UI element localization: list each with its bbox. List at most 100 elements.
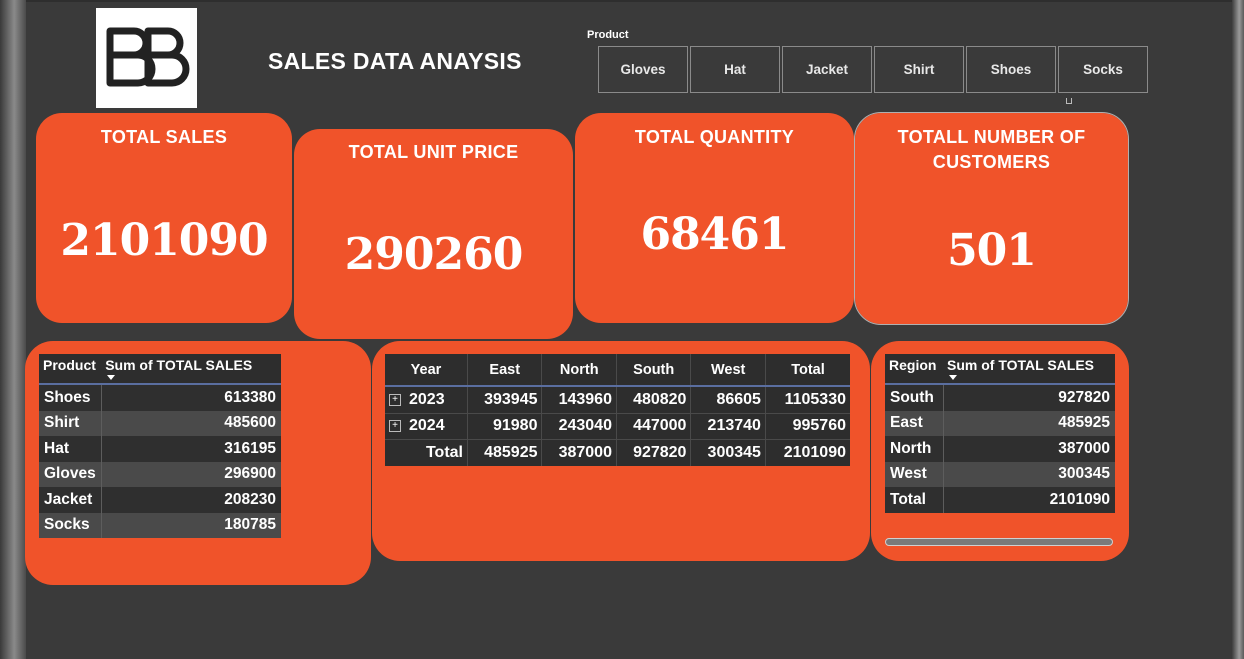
column-header[interactable]: Product bbox=[39, 354, 102, 384]
row-label: Hat bbox=[39, 436, 102, 462]
kpi-total-unit-price: TOTAL UNIT PRICE 290260 bbox=[294, 129, 573, 339]
table-row[interactable]: South 927820 bbox=[885, 384, 1115, 411]
page-title: SALES DATA ANAYSIS bbox=[268, 48, 522, 74]
cell-value: 447000 bbox=[616, 412, 692, 440]
column-header[interactable]: West bbox=[690, 354, 766, 387]
kpi-title: TOTAL SALES bbox=[100, 127, 228, 147]
table-row[interactable]: Shoes 613380 bbox=[39, 384, 281, 411]
row-value: 316195 bbox=[101, 436, 281, 462]
top-border bbox=[0, 0, 1244, 2]
row-value: 485925 bbox=[943, 410, 1115, 436]
table-row[interactable]: North 387000 bbox=[885, 436, 1115, 462]
row-value: 613380 bbox=[101, 384, 281, 411]
cell-value: 995760 bbox=[765, 412, 850, 440]
row-label: North bbox=[885, 436, 944, 462]
resize-handle-icon[interactable] bbox=[1066, 98, 1072, 104]
row-label: Total bbox=[885, 487, 944, 513]
table-row[interactable]: Shirt 485600 bbox=[39, 410, 281, 436]
row-label: West bbox=[885, 461, 944, 487]
row-value: 485600 bbox=[101, 410, 281, 436]
row-label: Socks bbox=[39, 512, 102, 538]
right-scroll-edge bbox=[1232, 0, 1244, 659]
table-row[interactable]: Gloves 296900 bbox=[39, 461, 281, 487]
slicer-item-jacket[interactable]: Jacket bbox=[782, 46, 872, 93]
slicer-item-gloves[interactable]: Gloves bbox=[598, 46, 688, 93]
table-total-row: Total 2101090 bbox=[885, 487, 1115, 513]
column-header[interactable]: East bbox=[467, 354, 543, 387]
slicer-item-shoes[interactable]: Shoes bbox=[966, 46, 1056, 93]
column-header-sorted[interactable]: Sum of TOTAL SALES bbox=[943, 354, 1115, 384]
row-label: Gloves bbox=[39, 461, 102, 487]
row-value: 180785 bbox=[101, 512, 281, 538]
column-header[interactable]: North bbox=[541, 354, 617, 387]
slicer-label: Product bbox=[587, 29, 629, 41]
row-label: South bbox=[885, 384, 944, 411]
matrix-row[interactable]: +2024 91980 243040 447000 213740 995760 bbox=[385, 412, 850, 440]
brand-logo bbox=[96, 8, 197, 108]
row-value: 208230 bbox=[101, 487, 281, 513]
slicer-item-hat[interactable]: Hat bbox=[690, 46, 780, 93]
column-header[interactable]: Total bbox=[765, 354, 850, 387]
row-header[interactable]: +2023 bbox=[385, 386, 468, 413]
cell-value: 86605 bbox=[690, 386, 766, 413]
year-label: 2024 bbox=[409, 417, 445, 435]
table-row[interactable]: West 300345 bbox=[885, 461, 1115, 487]
cell-value: 387000 bbox=[541, 439, 617, 466]
kpi-total-sales: TOTAL SALES 2101090 bbox=[36, 113, 292, 323]
table-row[interactable]: East 485925 bbox=[885, 410, 1115, 436]
row-label: Shoes bbox=[39, 384, 102, 411]
row-label: Shirt bbox=[39, 410, 102, 436]
cell-value: 213740 bbox=[690, 412, 766, 440]
slicer-item-socks[interactable]: Socks bbox=[1058, 46, 1148, 93]
cell-value: 927820 bbox=[616, 439, 692, 466]
column-header[interactable]: Year bbox=[385, 354, 468, 387]
row-header[interactable]: +2024 bbox=[385, 412, 468, 440]
year-region-matrix: Year East North South West Total +2023 3… bbox=[385, 354, 850, 466]
kpi-total-customers: TOTALL NUMBER OF CUSTOMERS 501 bbox=[854, 112, 1129, 325]
cell-value: 485925 bbox=[467, 439, 543, 466]
table-row[interactable]: Hat 316195 bbox=[39, 436, 281, 462]
product-table: Product Sum of TOTAL SALES Shoes 613380 S… bbox=[39, 354, 281, 538]
product-slicer: Gloves Hat Jacket Shirt Shoes Socks bbox=[598, 46, 1150, 93]
expand-icon[interactable]: + bbox=[389, 393, 401, 406]
kpi-value: 2101090 bbox=[60, 215, 268, 266]
kpi-title: TOTAL QUANTITY bbox=[634, 127, 795, 147]
cell-value: 2101090 bbox=[765, 439, 850, 466]
table-row[interactable]: Jacket 208230 bbox=[39, 487, 281, 513]
kpi-value: 68461 bbox=[640, 209, 789, 260]
bb-logo-icon bbox=[106, 27, 190, 87]
row-label: Jacket bbox=[39, 487, 102, 513]
column-header[interactable]: South bbox=[616, 354, 692, 387]
matrix-total-row: Total 485925 387000 927820 300345 210109… bbox=[385, 439, 850, 466]
region-table: Region Sum of TOTAL SALES South 927820 Ea… bbox=[885, 354, 1115, 513]
year-label: 2023 bbox=[409, 390, 445, 408]
matrix-row[interactable]: +2023 393945 143960 480820 86605 1105330 bbox=[385, 386, 850, 413]
row-value: 927820 bbox=[943, 384, 1115, 411]
cell-value: 143960 bbox=[541, 386, 617, 413]
cell-value: 480820 bbox=[616, 386, 692, 413]
left-scroll-edge bbox=[0, 0, 26, 659]
kpi-title: TOTAL UNIT PRICE bbox=[348, 142, 519, 162]
cell-value: 300345 bbox=[690, 439, 766, 466]
column-header-sorted[interactable]: Sum of TOTAL SALES bbox=[101, 354, 281, 384]
row-label: East bbox=[885, 410, 944, 436]
column-header[interactable]: Region bbox=[885, 354, 943, 384]
cell-value: 91980 bbox=[467, 412, 543, 440]
row-value: 296900 bbox=[101, 461, 281, 487]
expand-icon[interactable]: + bbox=[389, 420, 401, 433]
cell-value: 243040 bbox=[541, 412, 617, 440]
row-value: 2101090 bbox=[943, 487, 1115, 513]
slicer-item-shirt[interactable]: Shirt bbox=[874, 46, 964, 93]
cell-value: 393945 bbox=[467, 386, 543, 413]
kpi-total-quantity: TOTAL QUANTITY 68461 bbox=[575, 113, 854, 323]
kpi-value: 501 bbox=[947, 225, 1037, 276]
kpi-value: 290260 bbox=[344, 229, 524, 280]
kpi-title-line2: CUSTOMERS bbox=[932, 152, 1051, 172]
table-row[interactable]: Socks 180785 bbox=[39, 512, 281, 538]
total-label: Total bbox=[385, 439, 468, 466]
horizontal-scrollbar[interactable] bbox=[885, 538, 1113, 546]
row-value: 387000 bbox=[943, 436, 1115, 462]
kpi-title-line1: TOTALL NUMBER OF bbox=[897, 127, 1086, 147]
row-value: 300345 bbox=[943, 461, 1115, 487]
cell-value: 1105330 bbox=[784, 390, 846, 408]
